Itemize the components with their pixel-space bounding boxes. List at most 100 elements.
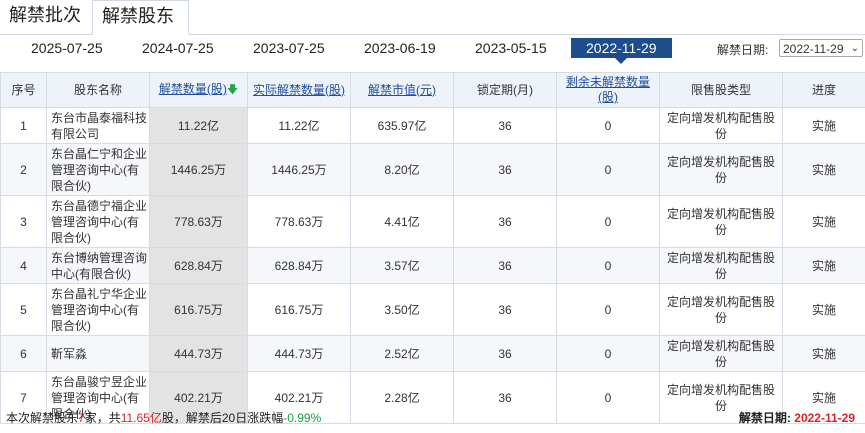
cell-share-type: 定向增发机构配售股份 [659,335,783,372]
cell-remaining: 0 [556,143,660,196]
cell-unlock-qty: 616.75万 [149,283,248,336]
cell-index: 4 [0,247,47,284]
cell-market-value: 3.57亿 [350,247,454,284]
holder-count: 7 [78,411,85,425]
cell-actual-qty: 444.73万 [247,335,351,372]
cell-unlock-qty: 778.63万 [149,195,248,248]
cell-market-value: 2.28亿 [350,371,454,424]
cell-unlock-qty: 628.84万 [149,247,248,284]
total-shares: 11.65亿 [120,411,162,425]
col-header-holder: 股东名称 [46,72,150,108]
date-item[interactable]: 2024-07-25 [142,40,214,56]
sort-link-market-value[interactable]: 解禁市值(元) [368,83,436,97]
col-header-remaining[interactable]: 剩余未解禁数量(股) [556,72,660,108]
date-item[interactable]: 2023-05-15 [475,40,547,56]
cell-progress: 实施 [782,335,865,372]
cell-remaining: 0 [556,247,660,284]
cell-unlock-qty: 444.73万 [149,335,248,372]
table-row: 6 靳军淼 444.73万 444.73万 2.52亿 36 0 定向增发机构配售股份 实施 [0,335,865,372]
table-row: 2 东台晶仁宁和企业管理咨询中心(有限合伙) 1446.25万 1446.25万 8.2… [0,143,865,196]
cell-market-value: 4.41亿 [350,195,454,248]
date-item-selected[interactable]: 2022-11-29 [571,38,672,64]
change-20d: -0.99% [283,411,322,425]
date-picker-value: 2022-11-29 [783,42,844,56]
cell-unlock-qty: 11.22亿 [149,107,248,144]
cell-index: 5 [0,283,47,336]
cell-holder-name: 东台晶仁宁和企业管理咨询中心(有限合伙) [46,143,150,196]
holders-table: 序号 股东名称 解禁数量(股)🡇 实际解禁数量(股) 解禁市值(元) 锁定期(月… [0,72,865,424]
cell-market-value: 635.97亿 [350,107,454,144]
sort-link-remaining[interactable]: 剩余未解禁数量(股) [566,75,650,104]
col-header-unlock-qty[interactable]: 解禁数量(股)🡇 [149,72,248,108]
sort-link-unlock-qty[interactable]: 解禁数量(股) [159,82,227,96]
table-header-row: 序号 股东名称 解禁数量(股)🡇 实际解禁数量(股) 解禁市值(元) 锁定期(月… [0,72,865,108]
col-header-market-value[interactable]: 解禁市值(元) [350,72,454,108]
summary-part: 家，共 [84,411,121,425]
cell-unlock-qty: 1446.25万 [149,143,248,196]
cell-remaining: 0 [556,371,660,424]
cell-holder-name: 东台晶礼宁华企业管理咨询中心(有限合伙) [46,283,150,336]
cell-actual-qty: 11.22亿 [247,107,351,144]
cell-holder-name: 东台市晶泰福科技有限公司 [46,107,150,144]
cell-share-type: 定向增发机构配售股份 [659,143,783,196]
footer-date: 解禁日期: 2022-11-29 [739,409,855,426]
summary-part: 股，解禁后20日涨跌幅 [161,411,284,425]
cell-lock-period: 36 [453,107,557,144]
date-bar: 2025-07-25 2024-07-25 2023-07-25 2023-06… [0,36,865,64]
date-item[interactable]: 2023-07-25 [253,40,325,56]
cell-holder-name: 靳军淼 [46,335,150,372]
summary-text: 本次解禁股东7家，共11.65亿股，解禁后20日涨跌幅-0.99% [6,409,321,426]
date-item[interactable]: 2023-06-19 [364,40,436,56]
date-picker-label: 解禁日期: [717,43,769,57]
footer-date-label: 解禁日期: [738,411,791,425]
cell-progress: 实施 [782,107,865,144]
cell-share-type: 定向增发机构配售股份 [659,247,783,284]
cell-share-type: 定向增发机构配售股份 [659,283,783,336]
cell-lock-period: 36 [453,283,557,336]
cell-share-type: 定向增发机构配售股份 [659,195,783,248]
col-header-index: 序号 [0,72,47,108]
cell-remaining: 0 [556,107,660,144]
col-header-actual-qty[interactable]: 实际解禁数量(股) [247,72,351,108]
table-row: 5 东台晶礼宁华企业管理咨询中心(有限合伙) 616.75万 616.75万 3.50亿… [0,283,865,336]
table-row: 4 东台博纳管理咨询中心(有限合伙) 628.84万 628.84万 3.57亿 36 0 定… [0,247,865,284]
cell-actual-qty: 628.84万 [247,247,351,284]
tab-unlock-holders[interactable]: 解禁股东 [92,0,189,35]
cell-holder-name: 东台博纳管理咨询中心(有限合伙) [46,247,150,284]
table-row: 3 东台晶德宁福企业管理咨询中心(有限合伙) 778.63万 778.63万 4.41亿… [0,195,865,248]
chevron-down-icon: ⌄ [850,43,859,54]
cell-actual-qty: 616.75万 [247,283,351,336]
date-item[interactable]: 2025-07-25 [31,40,103,56]
cell-progress: 实施 [782,143,865,196]
cell-market-value: 8.20亿 [350,143,454,196]
cell-lock-period: 36 [453,195,557,248]
cell-remaining: 0 [556,283,660,336]
cell-holder-name: 东台晶德宁福企业管理咨询中心(有限合伙) [46,195,150,248]
cell-market-value: 2.52亿 [350,335,454,372]
table-row: 1 东台市晶泰福科技有限公司 11.22亿 11.22亿 635.97亿 36 0 定向增发机… [0,107,865,144]
cell-progress: 实施 [782,247,865,284]
cell-lock-period: 36 [453,371,557,424]
date-picker-select[interactable]: 2022-11-29 ⌄ [779,39,863,57]
cell-remaining: 0 [556,335,660,372]
cell-lock-period: 36 [453,335,557,372]
cell-progress: 实施 [782,195,865,248]
cell-index: 3 [0,195,47,248]
footer-date-value: 2022-11-29 [794,411,855,425]
col-header-lock-period: 锁定期(月) [453,72,557,108]
col-header-share-type: 限售股类型 [659,72,783,108]
cell-market-value: 3.50亿 [350,283,454,336]
cell-actual-qty: 1446.25万 [247,143,351,196]
cell-progress: 实施 [782,283,865,336]
cell-lock-period: 36 [453,143,557,196]
cell-index: 2 [0,143,47,196]
summary-part: 本次解禁股东 [6,411,79,425]
cell-remaining: 0 [556,195,660,248]
sort-desc-arrow-icon: 🡇 [226,84,239,96]
cell-index: 6 [0,335,47,372]
sort-link-actual-qty[interactable]: 实际解禁数量(股) [253,83,345,97]
tab-unlock-batch[interactable]: 解禁批次 [0,0,90,34]
tab-bar: 解禁批次 解禁股东 [0,0,865,35]
cell-index: 1 [0,107,47,144]
col-header-progress: 进度 [782,72,865,108]
